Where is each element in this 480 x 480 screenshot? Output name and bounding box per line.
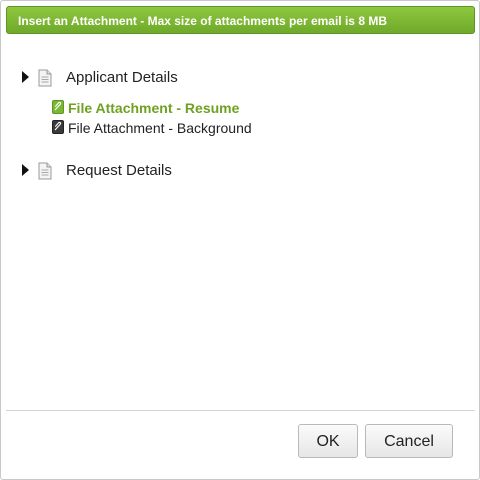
- ok-button[interactable]: OK: [298, 424, 358, 458]
- attachment-icon: [52, 120, 64, 134]
- tree-leaf-label: File Attachment - Resume: [68, 100, 240, 116]
- tree-node-request-details[interactable]: Request Details: [1, 160, 301, 182]
- dialog-title-bar: Insert an Attachment - Max size of attac…: [6, 6, 475, 34]
- tree-leaf-background-attachment[interactable]: File Attachment - Background: [1, 119, 261, 141]
- expand-arrow-icon[interactable]: [22, 164, 29, 176]
- expand-arrow-icon[interactable]: [22, 71, 29, 83]
- dialog-title: Insert an Attachment - Max size of attac…: [18, 14, 387, 28]
- tree-leaf-label: File Attachment - Background: [68, 120, 252, 136]
- document-icon: [38, 162, 52, 180]
- tree-node-label: Request Details: [66, 162, 172, 179]
- cancel-button[interactable]: Cancel: [365, 424, 453, 458]
- document-icon: [38, 69, 52, 87]
- tree-node-label: Applicant Details: [66, 69, 178, 86]
- tree-leaf-resume-attachment[interactable]: File Attachment - Resume: [1, 99, 261, 121]
- footer-divider: [6, 410, 475, 411]
- insert-attachment-dialog: Insert an Attachment - Max size of attac…: [0, 0, 480, 480]
- tree-node-applicant-details[interactable]: Applicant Details: [1, 67, 301, 89]
- attachment-icon: [52, 100, 64, 114]
